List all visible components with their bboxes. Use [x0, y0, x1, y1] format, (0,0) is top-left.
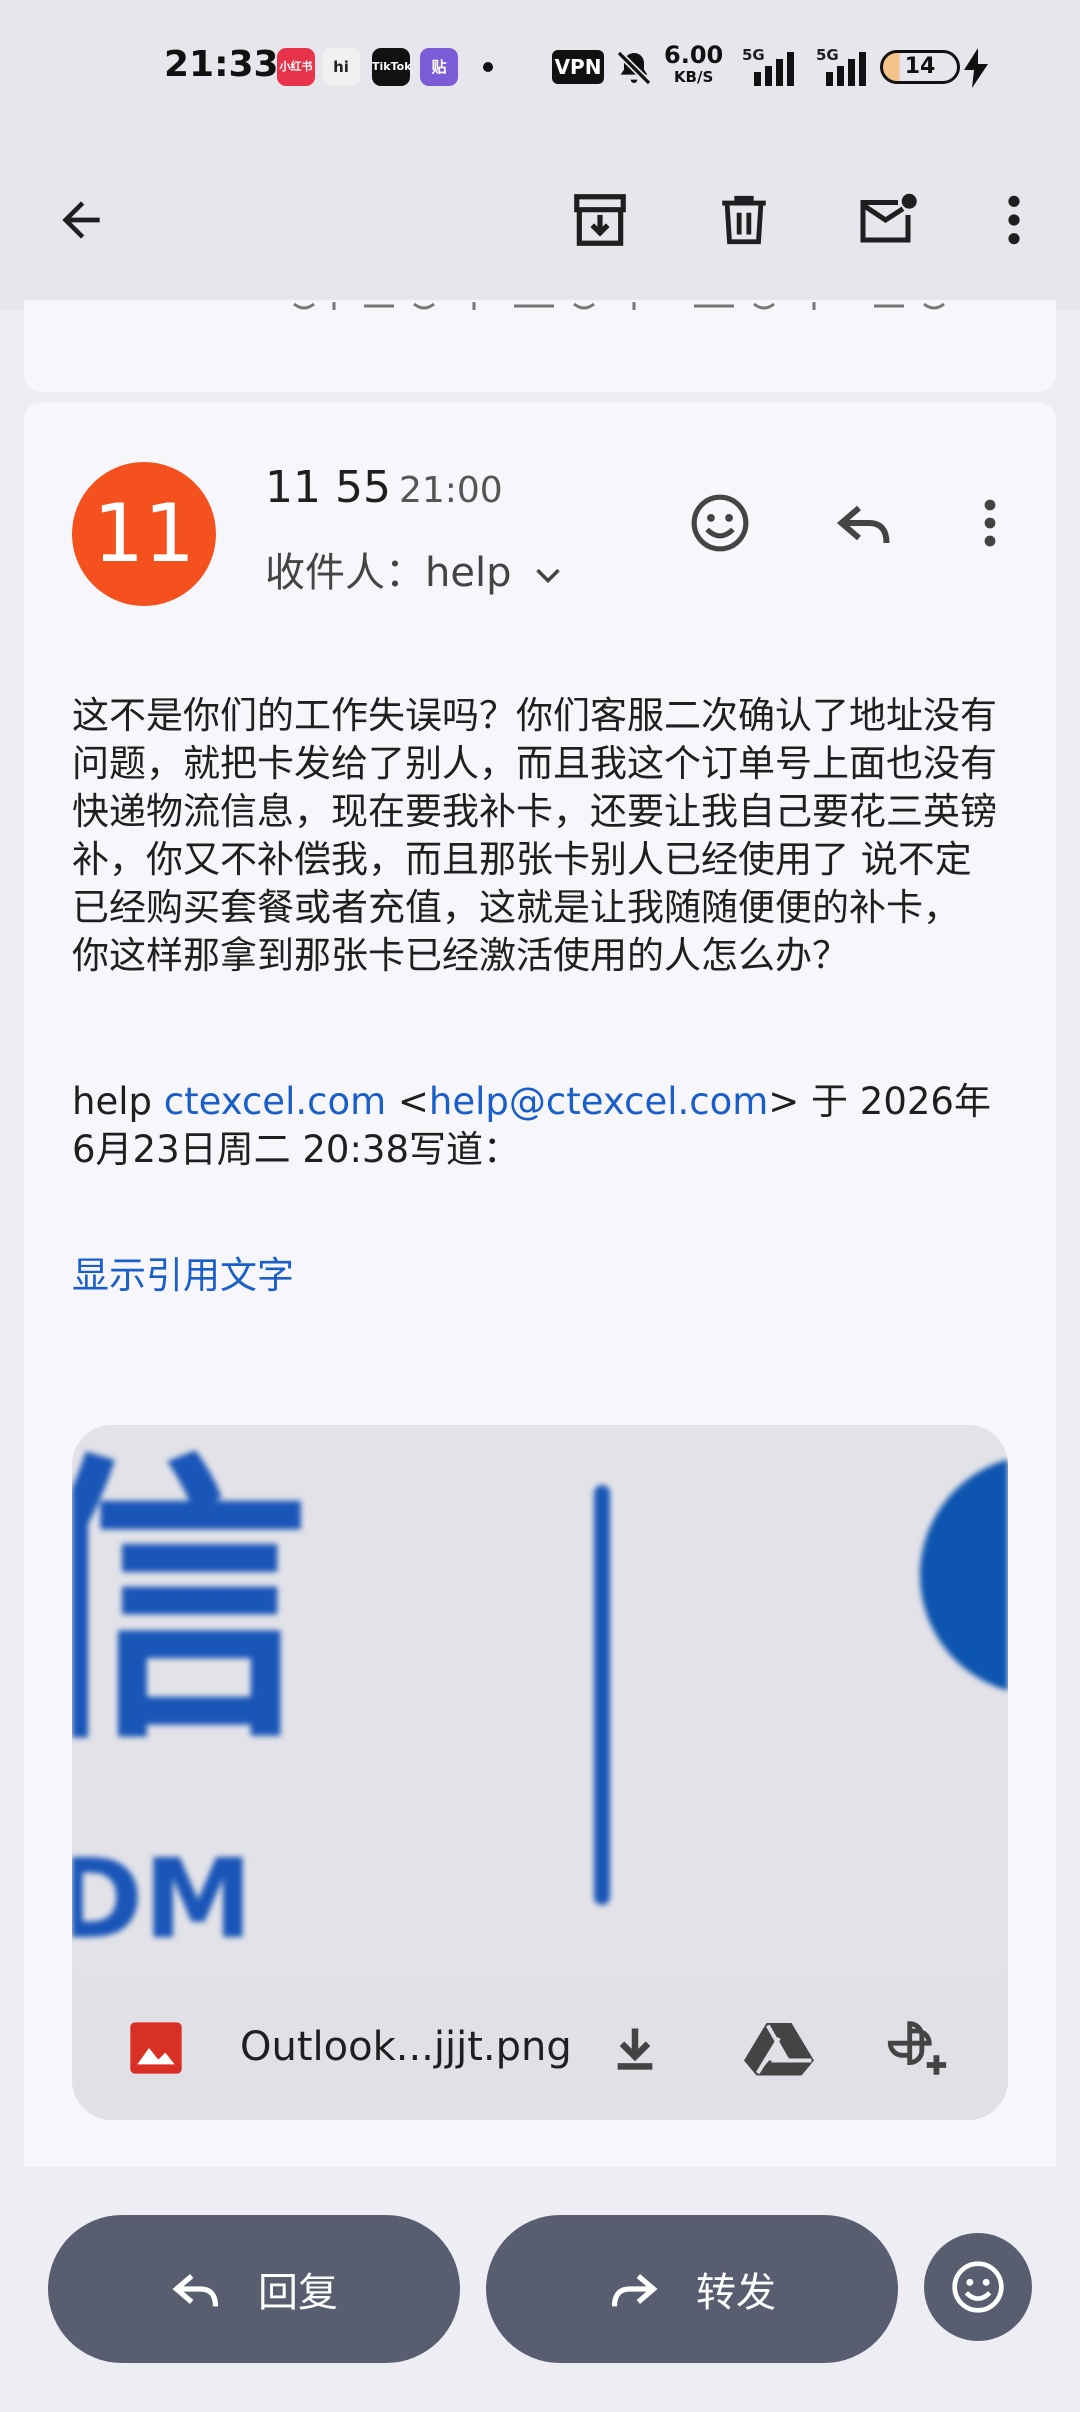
- quote-lt: <: [397, 1080, 429, 1123]
- delete-icon: [722, 195, 766, 245]
- status-time: 21:33: [164, 44, 279, 85]
- forward-button[interactable]: 转发: [486, 2215, 898, 2363]
- quote-sender-name: help: [72, 1080, 152, 1123]
- message-time: 21:00: [398, 470, 503, 511]
- battery-indicator: 14: [880, 50, 960, 84]
- clipped-text-fragment: [293, 302, 945, 310]
- back-arrow-icon: [62, 201, 100, 239]
- tiktok-icon: TikTok: [372, 48, 412, 86]
- chevron-down-icon: [536, 568, 560, 584]
- reply-button[interactable]: 回复: [48, 2215, 460, 2363]
- reply-icon: [172, 2274, 219, 2307]
- emoji-react-button[interactable]: [924, 2233, 1032, 2341]
- sender-name: 11 55: [265, 462, 391, 513]
- preview-glyph: 信: [72, 1430, 312, 1779]
- pinwheel-add-icon: [887, 2021, 947, 2075]
- charging-icon: [964, 48, 988, 88]
- status-bar: 21:33 小红书 hi TikTok 贴 VPN 6.00 KB/S 5G 5…: [0, 0, 1080, 135]
- sender-line: 11 55 21:00: [265, 462, 503, 513]
- preview-circle: [920, 1455, 1008, 1695]
- show-quoted-text-link[interactable]: 显示引用文字: [72, 1245, 294, 1299]
- add-to-photos-button[interactable]: [872, 2003, 962, 2093]
- app-toolbar: [0, 135, 1080, 310]
- message-more-button[interactable]: [948, 478, 1032, 568]
- preview-letters: DM: [72, 1835, 253, 1963]
- image-file-icon: [130, 2022, 182, 2074]
- attachment-bar: Outlook...jjjt.png: [72, 1975, 1008, 2120]
- mute-icon: [616, 50, 652, 86]
- emoji-icon: [691, 494, 749, 552]
- tie-app-icon: 贴: [420, 48, 458, 86]
- emoji-icon: [952, 2261, 1004, 2313]
- bottom-action-bar: 回复 转发: [0, 2167, 1080, 2412]
- attachment-filename: Outlook...jjjt.png: [240, 2024, 572, 2070]
- xiaohongshu-icon: 小红书: [277, 48, 315, 86]
- recipients-label: 收件人：: [265, 550, 425, 596]
- reply-label: 回复: [258, 2270, 338, 2316]
- quote-email-link[interactable]: help@ctexcel.com: [429, 1080, 768, 1123]
- net-speed: 6.00 KB/S: [664, 41, 724, 86]
- vpn-badge: VPN: [552, 50, 604, 84]
- add-reaction-button[interactable]: [678, 478, 762, 568]
- notification-dot: [483, 62, 493, 72]
- attachment-preview[interactable]: 信 DM: [72, 1425, 1008, 1975]
- attachment-card[interactable]: 信 DM Outlook...jjjt.png: [72, 1425, 1008, 2120]
- drive-icon: [744, 2023, 814, 2076]
- archive-button[interactable]: [555, 175, 645, 265]
- forward-label: 转发: [696, 2270, 776, 2316]
- more-vert-icon: [984, 499, 996, 547]
- message-body: 这不是你们的工作失误吗？你们客服二次确认了地址没有问题，就把卡发给了别人，而且我…: [72, 694, 997, 977]
- avatar[interactable]: 11: [72, 462, 216, 606]
- previous-message-card[interactable]: [24, 300, 1056, 392]
- download-button[interactable]: [590, 2003, 680, 2093]
- recipients-toggle[interactable]: 收件人：help: [265, 540, 562, 598]
- more-options-button[interactable]: [969, 175, 1059, 265]
- mark-unread-icon: [860, 193, 917, 243]
- mark-unread-button[interactable]: [843, 175, 933, 265]
- preview-divider: [594, 1485, 610, 1905]
- download-icon: [617, 2028, 653, 2070]
- reply-icon: [836, 505, 890, 544]
- quote-header: help ctexcel.com <help@ctexcel.com> 于 20…: [72, 1078, 1002, 1174]
- recipient-name: help: [425, 550, 512, 596]
- delete-button[interactable]: [699, 175, 789, 265]
- back-button[interactable]: [36, 175, 126, 265]
- quote-domain-link[interactable]: ctexcel.com: [164, 1080, 386, 1123]
- signal-icon-2: [826, 52, 866, 86]
- signal-icon: [754, 52, 794, 86]
- reply-icon-button[interactable]: [822, 478, 906, 568]
- save-to-drive-button[interactable]: [734, 2003, 824, 2093]
- forward-icon: [611, 2274, 658, 2307]
- more-vert-icon: [1008, 195, 1020, 245]
- archive-icon: [574, 194, 626, 246]
- hi-app-icon: hi: [322, 48, 360, 86]
